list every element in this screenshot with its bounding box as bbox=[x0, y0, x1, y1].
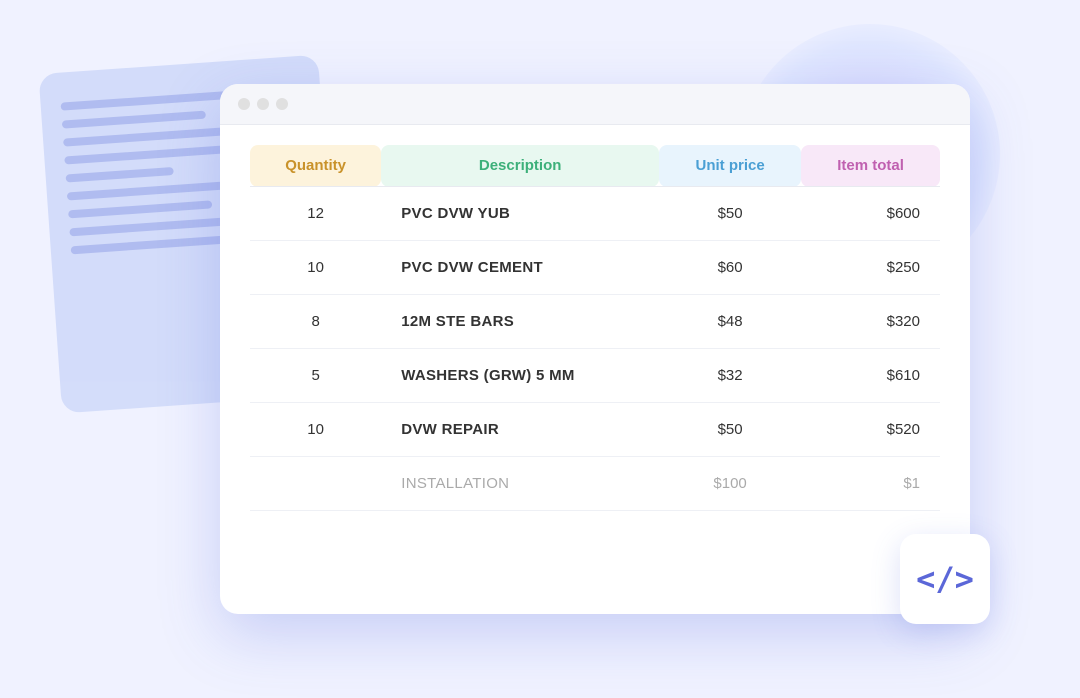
code-icon: </> bbox=[916, 563, 974, 595]
cell-quantity-4: 10 bbox=[250, 403, 381, 457]
table-row: 10 DVW REPAIR $50 $520 bbox=[250, 403, 940, 457]
cell-unit-price-0: $50 bbox=[659, 187, 801, 241]
cell-unit-price-2: $48 bbox=[659, 295, 801, 349]
table-row: INSTALLATION $100 $1 bbox=[250, 457, 940, 511]
cell-description-4: DVW REPAIR bbox=[381, 403, 659, 457]
cell-item-total-0: $600 bbox=[801, 187, 940, 241]
cell-quantity-0: 12 bbox=[250, 187, 381, 241]
cell-item-total-4: $520 bbox=[801, 403, 940, 457]
col-header-unit-price: Unit price bbox=[659, 145, 801, 187]
cell-unit-price-1: $60 bbox=[659, 241, 801, 295]
cell-unit-price-5: $100 bbox=[659, 457, 801, 511]
scene: Quantity Description Unit price Item tot… bbox=[110, 54, 970, 644]
col-header-item-total: Item total bbox=[801, 145, 940, 187]
browser-window: Quantity Description Unit price Item tot… bbox=[220, 84, 970, 614]
traffic-light-minimize[interactable] bbox=[257, 98, 269, 110]
browser-content: Quantity Description Unit price Item tot… bbox=[220, 125, 970, 531]
bg-line bbox=[63, 126, 243, 147]
table-row: 10 PVC DVW CEMENT $60 $250 bbox=[250, 241, 940, 295]
bg-line bbox=[68, 200, 212, 218]
browser-titlebar bbox=[220, 84, 970, 125]
cell-description-3: WASHERS (GRW) 5 MM bbox=[381, 349, 659, 403]
cell-quantity-5 bbox=[250, 457, 381, 511]
cell-item-total-3: $610 bbox=[801, 349, 940, 403]
cell-item-total-1: $250 bbox=[801, 241, 940, 295]
invoice-table: Quantity Description Unit price Item tot… bbox=[250, 145, 940, 511]
code-badge: </> bbox=[900, 534, 990, 624]
cell-unit-price-4: $50 bbox=[659, 403, 801, 457]
bg-line bbox=[62, 111, 206, 129]
table-row: 5 WASHERS (GRW) 5 MM $32 $610 bbox=[250, 349, 940, 403]
col-header-description: Description bbox=[381, 145, 659, 187]
cell-description-1: PVC DVW CEMENT bbox=[381, 241, 659, 295]
col-header-quantity: Quantity bbox=[250, 145, 381, 187]
cell-quantity-2: 8 bbox=[250, 295, 381, 349]
cell-description-0: PVC DVW YUB bbox=[381, 187, 659, 241]
cell-quantity-1: 10 bbox=[250, 241, 381, 295]
cell-description-5: INSTALLATION bbox=[381, 457, 659, 511]
table-row: 8 12M STE BARS $48 $320 bbox=[250, 295, 940, 349]
traffic-light-maximize[interactable] bbox=[276, 98, 288, 110]
cell-quantity-3: 5 bbox=[250, 349, 381, 403]
table-row: 12 PVC DVW YUB $50 $600 bbox=[250, 187, 940, 241]
cell-item-total-5: $1 bbox=[801, 457, 940, 511]
cell-unit-price-3: $32 bbox=[659, 349, 801, 403]
bg-line bbox=[66, 167, 174, 183]
cell-item-total-2: $320 bbox=[801, 295, 940, 349]
cell-description-2: 12M STE BARS bbox=[381, 295, 659, 349]
traffic-light-close[interactable] bbox=[238, 98, 250, 110]
